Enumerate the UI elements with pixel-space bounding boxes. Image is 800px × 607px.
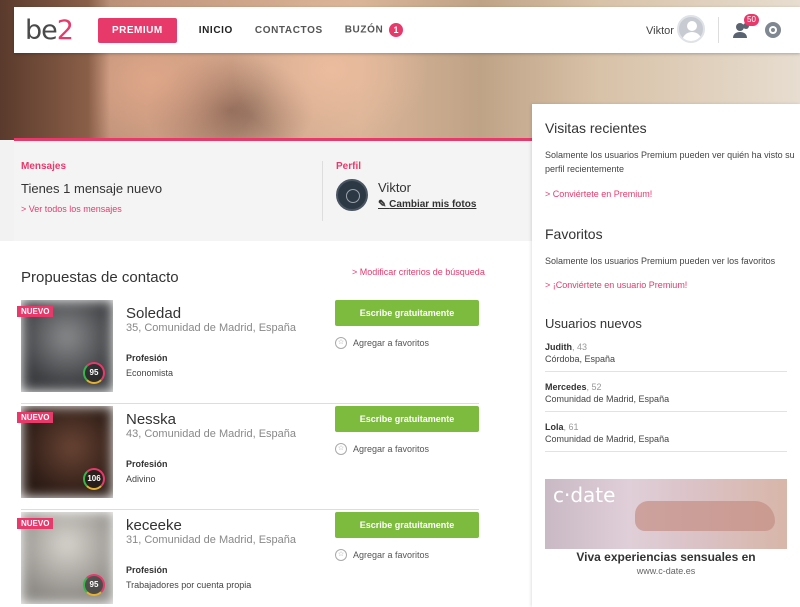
contacts-count-badge: 50	[744, 14, 759, 26]
proposal-card: NUEVO 106 Nesska 43, Comunidad de Madrid…	[17, 406, 479, 510]
add-favorite-link[interactable]: ☆ Agregar a favoritos	[335, 549, 429, 561]
nav-buzon-label: BUZÓN	[344, 24, 384, 36]
new-users-title: Usuarios nuevos	[545, 316, 642, 331]
contact-meta: 35, Comunidad de Madrid, España	[126, 322, 296, 334]
nav-buzon[interactable]: BUZÓN 1	[345, 23, 404, 37]
write-free-button[interactable]: Escribe gratuitamente	[335, 300, 479, 326]
premium-button[interactable]: PREMIUM	[98, 17, 177, 43]
nav-inicio[interactable]: INICIO	[199, 25, 233, 36]
proposal-card: NUEVO 95 Soledad 35, Comunidad de Madrid…	[17, 300, 479, 404]
new-badge: NUEVO	[17, 306, 54, 317]
ad-headline: Viva experiencias sensuales en	[576, 550, 756, 564]
buzon-count-badge: 1	[389, 23, 404, 37]
change-photos-link[interactable]: ✎ Cambiar mis fotos	[378, 199, 476, 210]
profession-value: Economista	[126, 368, 174, 378]
logo-text: be	[25, 14, 58, 46]
star-icon: ☆	[335, 443, 347, 455]
new-user-name-text: Mercedes	[545, 382, 587, 392]
add-favorite-link[interactable]: ☆ Agregar a favoritos	[335, 337, 429, 349]
contact-proposals-section: Propuestas de contacto > Modificar crite…	[0, 241, 532, 607]
add-favorite-link[interactable]: ☆ Agregar a favoritos	[335, 443, 429, 455]
user-avatar[interactable]	[677, 15, 705, 43]
new-user-name-text: Judith	[545, 342, 572, 352]
new-badge: NUEVO	[17, 518, 54, 529]
ad-photo-shape	[635, 501, 775, 531]
user-name[interactable]: Viktor	[646, 25, 674, 37]
messages-section: Mensajes Tienes 1 mensaje nuevo > Ver to…	[21, 161, 162, 214]
match-score: 95	[83, 574, 105, 596]
new-user-age: , 61	[563, 422, 579, 432]
view-all-messages-link[interactable]: > Ver todos los mensajes	[21, 204, 162, 214]
list-divider	[545, 411, 787, 412]
star-icon: ☆	[335, 549, 347, 561]
add-favorite-label: Agregar a favoritos	[353, 550, 430, 560]
nav-separator	[718, 17, 719, 43]
star-icon: ☆	[335, 337, 347, 349]
list-divider	[545, 371, 787, 372]
new-user-age: , 52	[586, 382, 602, 392]
profile-section: Perfil Viktor ✎ Cambiar mis fotos	[336, 161, 526, 231]
write-free-button[interactable]: Escribe gratuitamente	[335, 406, 479, 432]
favorites-title: Favoritos	[545, 226, 603, 242]
new-badge: NUEVO	[17, 412, 54, 423]
new-user-name[interactable]: Lola, 61	[545, 422, 579, 432]
profession-label: Profesión	[126, 459, 168, 469]
new-user-location: Comunidad de Madrid, España	[545, 434, 670, 444]
new-message-text: Tienes 1 mensaje nuevo	[21, 181, 163, 196]
new-user-location: Córdoba, España	[545, 354, 616, 364]
recent-visits-text: Solamente los usuarios Premium pueden ve…	[545, 150, 795, 174]
pencil-icon: ✎	[378, 199, 390, 210]
new-user-name[interactable]: Mercedes, 52	[545, 382, 602, 392]
contact-name[interactable]: Nesska	[126, 411, 176, 428]
contact-meta: 31, Comunidad de Madrid, España	[126, 534, 296, 546]
profile-photo[interactable]	[336, 179, 368, 211]
new-user-name[interactable]: Judith, 43	[545, 342, 587, 352]
add-favorite-label: Agregar a favoritos	[353, 444, 430, 454]
contact-name[interactable]: Soledad	[126, 305, 181, 322]
eye-icon[interactable]	[765, 22, 781, 38]
logo-number: 2	[56, 14, 74, 46]
contact-meta: 43, Comunidad de Madrid, España	[126, 428, 296, 440]
add-favorite-label: Agregar a favoritos	[353, 338, 430, 348]
profession-value: Trabajadores por cuenta propia	[126, 580, 252, 590]
match-score: 95	[83, 362, 105, 384]
profession-label: Profesión	[126, 353, 168, 363]
become-premium-link[interactable]: > Conviértete en Premium!	[545, 189, 652, 199]
nav-contactos[interactable]: CONTACTOS	[255, 25, 323, 36]
write-free-button[interactable]: Escribe gratuitamente	[335, 512, 479, 538]
ad-url: www.c-date.es	[636, 566, 696, 576]
new-user-age: , 43	[572, 342, 588, 352]
cdate-logo: c·date	[553, 483, 616, 507]
match-score: 106	[83, 468, 105, 490]
recent-visits-title: Visitas recientes	[545, 120, 647, 136]
be2-logo[interactable]: be 2	[14, 15, 84, 46]
new-user-name-text: Lola	[545, 422, 564, 432]
become-premium-user-link[interactable]: > ¡Conviértete en usuario Premium!	[545, 280, 687, 290]
messages-label: Mensajes	[21, 161, 67, 172]
summary-strip: Mensajes Tienes 1 mensaje nuevo > Ver to…	[14, 141, 532, 241]
change-photos-label: Cambiar mis fotos	[389, 199, 477, 210]
proposal-card: NUEVO 95 keceeke 31, Comunidad de Madrid…	[17, 512, 479, 607]
contact-name[interactable]: keceeke	[126, 517, 182, 534]
list-divider	[545, 451, 787, 452]
profession-label: Profesión	[126, 565, 168, 575]
right-sidebar: Visitas recientes Solamente los usuarios…	[532, 104, 800, 607]
profile-label: Perfil	[336, 161, 362, 172]
modify-search-criteria-link[interactable]: > Modificar criterios de búsqueda	[352, 267, 485, 277]
new-user-location: Comunidad de Madrid, España	[545, 394, 670, 404]
cdate-advertisement[interactable]: c·date Viva experiencias sensuales en ww…	[545, 479, 787, 607]
section-divider	[322, 161, 323, 221]
favorites-text: Solamente los usuarios Premium pueden ve…	[545, 256, 776, 266]
top-navigation-bar: be 2 PREMIUM INICIO CONTACTOS BUZÓN 1 Vikt…	[14, 7, 800, 53]
proposals-title: Propuestas de contacto	[21, 269, 179, 286]
profession-value: Adivino	[126, 474, 156, 484]
ad-image: c·date	[545, 479, 787, 549]
profile-name: Viktor	[378, 180, 411, 195]
